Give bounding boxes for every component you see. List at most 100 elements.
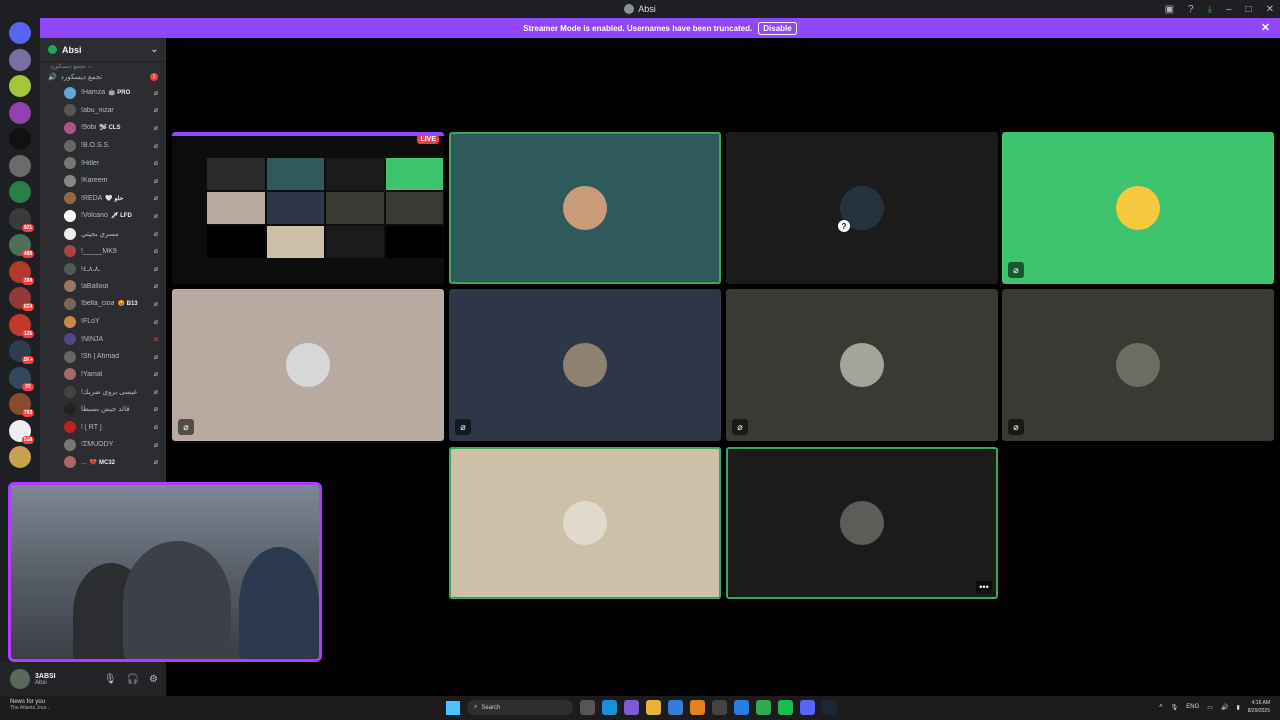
server-icon[interactable]: 92 [9,366,34,391]
server-icon[interactable] [9,22,31,44]
maximize-button[interactable]: □ [1246,4,1252,15]
server-icon[interactable]: 126 [9,313,34,338]
close-window-button[interactable]: ✕ [1266,4,1274,15]
video-tile[interactable]: ⌀ [1002,289,1274,441]
member-item[interactable]: !REDA 🤍 حلو ⌀ [40,190,166,208]
mic-muted-icon: ⌀ [153,371,158,379]
server-badge: 518 [22,435,34,444]
member-item[interactable]: !Σ̃MUODY ⌀ [40,436,166,454]
edge-icon[interactable] [602,700,617,715]
member-tag: 😡 B13 [117,301,138,308]
folder-icon[interactable] [646,700,661,715]
server-icon[interactable] [9,446,31,468]
avatar[interactable] [10,669,30,689]
server-icon[interactable] [9,128,31,150]
member-item[interactable]: !Hamza 🤖 PRO ⌀ [40,84,166,102]
server-badge: 126 [22,329,34,338]
app-icon[interactable] [690,700,705,715]
member-name: ... [81,458,87,466]
task-view-icon[interactable] [580,700,595,715]
server-icon[interactable] [9,101,31,124]
server-icon[interactable] [9,154,31,177]
video-tile[interactable] [449,447,721,599]
mic-icon[interactable]: 🎙 [104,674,117,685]
video-tile[interactable]: ••• [726,447,998,599]
chevron-down-icon[interactable]: ⌄ [150,44,158,55]
member-item[interactable]: ... 💔 MC32 ⌀ [40,453,166,471]
video-tile[interactable]: ⌀ [449,289,721,441]
server-icon[interactable]: 394 [9,260,34,285]
member-list: !Hamza 🤖 PRO ⌀ !abu_nizar ⌀ !9obi 🛩 CLS ⌀ !B.O.S… [40,84,166,471]
volume-icon[interactable]: 🔊 [1221,704,1228,711]
member-item[interactable]: !Volcano 🗡 LFD ⌀ [40,207,166,225]
more-options-button[interactable]: ••• [976,581,992,593]
member-item[interactable]: !NINJA ⌀ [40,330,166,348]
close-icon[interactable]: ✕ [1261,21,1270,34]
server-icon[interactable]: 824 [9,287,34,311]
member-item[interactable]: !_____MK9 ⌀ [40,242,166,260]
disable-button[interactable]: Disable [758,21,797,35]
network-icon[interactable]: ▭ [1207,704,1213,711]
member-item[interactable]: !bella_cioa 😡 B13 ⌀ [40,295,166,313]
windows-start-icon[interactable] [446,700,460,715]
chrome-icon[interactable] [756,700,771,715]
video-tile[interactable]: ⌀ [1002,132,1274,284]
member-item[interactable]: !Sh | Ahmad ⌀ [40,348,166,366]
category-label[interactable]: تجمع ديسكورد ⌄ [40,62,166,70]
server-icon[interactable]: 783 [9,393,34,417]
mic-tray-icon[interactable]: 🎙 [1171,704,1179,711]
member-item[interactable]: !Yamal ⌀ [40,366,166,384]
battery-icon[interactable]: ▮ [1236,704,1239,711]
mic-muted-icon: ⌀ [153,142,158,150]
help-icon[interactable]: ? [1188,4,1194,15]
server-icon [624,4,635,14]
discord-icon[interactable] [800,700,815,715]
member-item[interactable]: !9obi 🛩 CLS ⌀ [40,119,166,137]
video-tile[interactable]: ? [726,132,998,284]
news-widget[interactable]: News for you The Atlanta Jour... [10,699,50,711]
member-item[interactable]: !Hitler ⌀ [40,154,166,172]
member-item[interactable]: !ـ٨ـ٨ـ٤ ⌀ [40,260,166,278]
server-icon[interactable]: 488 [9,234,34,258]
video-tile[interactable] [449,132,721,284]
server-icon[interactable] [9,75,31,97]
server-icon[interactable] [9,181,31,203]
app-icon[interactable] [778,700,793,715]
store-icon[interactable] [668,700,683,715]
member-item[interactable]: !Kareem ⌀ [40,172,166,190]
stream-tile[interactable]: LIVE [172,132,444,284]
server-icon[interactable]: 518 [9,419,34,444]
member-item[interactable]: !abu_nizar ⌀ [40,102,166,120]
server-icon[interactable]: 1K+ [9,340,34,364]
search-box[interactable]: ⌕ Search [467,700,573,715]
steam-icon[interactable] [822,700,837,715]
video-tile[interactable]: ⌀ [726,289,998,441]
member-item[interactable]: مسري بجيتي ⌀ [40,225,166,243]
member-item[interactable]: !B.O.S.S. ⌀ [40,137,166,155]
member-item[interactable]: !FLoY ⌀ [40,313,166,331]
chevron-up-icon[interactable]: ˄ [1159,704,1163,710]
webcam-person [239,547,319,659]
voice-channel[interactable]: 🔊 تجمع ديسكورد 1 [40,70,166,84]
minimize-button[interactable]: – [1226,4,1232,15]
member-item[interactable]: !عيسى بروي ضربك ⌀ [40,383,166,401]
server-header[interactable]: Absi ⌄ [40,38,166,62]
screen-share-icon[interactable]: ▣ [1165,4,1174,15]
member-name: !bella_cioa [81,300,115,308]
video-tile[interactable]: ⌀ [172,289,444,441]
member-name: !عيسى بروي ضربك [81,388,138,396]
member-item[interactable]: قائد جيش بسيطا ⌀ [40,401,166,419]
clock[interactable]: 4:16 AM 8/29/2025 [1248,699,1270,715]
server-icon[interactable]: 921 [9,207,34,232]
member-item[interactable]: ! [ RT ] ⌀ [40,418,166,436]
download-icon[interactable]: ⤓ [1208,4,1212,15]
notepad-icon[interactable] [734,700,749,715]
copilot-icon[interactable] [624,700,639,715]
member-item[interactable]: !aBallout ⌀ [40,278,166,296]
server-badge: 394 [22,276,34,285]
gear-icon[interactable]: ⚙ [149,674,158,685]
app-icon[interactable] [712,700,727,715]
headphones-icon[interactable]: 🎧 [127,674,139,685]
language-indicator[interactable]: ENG [1186,704,1199,710]
server-icon[interactable] [9,48,31,71]
